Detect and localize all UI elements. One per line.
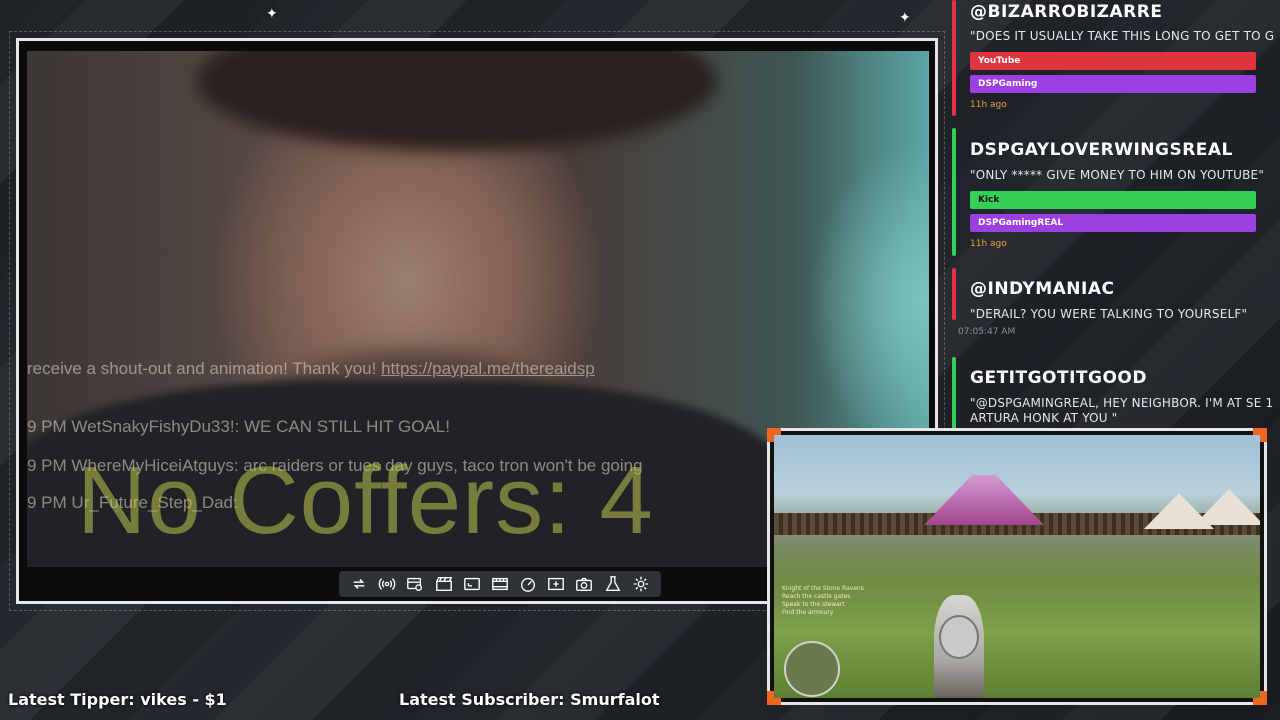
tent [924,475,1044,525]
camera-icon[interactable] [573,573,595,595]
overlay-line-1: receive a shout-out and animation! Thank… [27,359,595,379]
minimap [784,641,840,697]
chat-text: "DERAIL? YOU WERE TALKING TO YOURSELF" [970,307,1248,321]
video-toolbar [339,571,661,597]
shield [939,615,979,659]
chat-text-continued: ARTURA HONK AT YOU " [970,411,1118,425]
message-age: 11h ago [970,239,1007,249]
overlay-time: 9 PM [27,493,67,512]
crop-icon[interactable] [461,573,483,595]
chat-text: "@DSPGAMINGREAL, HEY NEIGHBOR. I'M AT SE… [970,396,1274,410]
chat-panel: @BIZARROBIZARRE "DOES IT USUALLY TAKE TH… [946,0,1280,428]
overlay-time: 9 PM [27,456,67,475]
chat-username: GETITGOTITGOOD [970,368,1147,388]
message-timestamp: 07:05:47 AM [958,327,1016,337]
gear-icon[interactable] [630,573,652,595]
repeat-icon[interactable] [348,573,370,595]
quest-line: Reach the castle gates [782,593,851,600]
webcam-hair [197,51,717,151]
platform-badge: Kick [970,191,1256,209]
channel-badge: DSPGamingREAL [970,214,1256,232]
overlay-line-2: 9 PM WetSnakyFishyDu33!: WE CAN STILL HI… [27,417,450,437]
quest-line: Find the armoury [782,609,834,616]
overlay-line-1-text: receive a shout-out and animation! Thank… [27,359,377,378]
platform-badge: YouTube [970,52,1256,70]
broadcast-icon[interactable] [376,573,398,595]
chat-message: @BIZARROBIZARRE "DOES IT USUALLY TAKE TH… [952,0,1275,116]
coffers-counter: No Coffers: 4 [77,447,654,554]
chat-accent-bar [952,268,956,320]
tent [1194,489,1260,525]
chat-text: "ONLY ***** GIVE MONEY TO HIM ON YOUTUBE… [970,168,1265,182]
speedometer-icon[interactable] [517,573,539,595]
chat-text: "DOES IT USUALLY TAKE THIS LONG TO GET T… [970,29,1275,43]
add-scene-icon[interactable] [545,573,567,595]
chat-message: DSPGAYLOVERWINGSREAL "ONLY ***** GIVE MO… [952,128,1272,256]
chat-accent-bar [952,128,956,256]
clapper-icon[interactable] [433,573,455,595]
quest-line: Speak to the stewart [782,601,845,608]
chat-username: @BIZARROBIZARRE [970,2,1163,22]
flask-icon[interactable] [602,573,624,595]
latest-tipper: Latest Tipper: vikes - $1 [8,690,227,709]
latest-subscriber: Latest Subscriber: Smurfalot [399,690,660,709]
overlay-time: 9 PM [27,417,67,436]
channel-badge: DSPGaming [970,75,1256,93]
quest-line: Knight of the Stone Ravens [782,585,864,592]
quest-tracker: Knight of the Stone Ravens Reach the cas… [782,585,864,617]
sparkle-icon: ✦ [899,9,911,25]
chat-message: GETITGOTITGOOD "@DSPGAMINGREAL, HEY NEIG… [952,357,1274,428]
overlay-message: WetSnakyFishyDu33!: WE CAN STILL HIT GOA… [71,417,450,436]
chat-accent-bar [952,0,956,116]
overlay-paypal-link: https://paypal.me/thereaidsp [381,359,595,378]
chat-accent-bar [952,357,956,428]
chat-username: DSPGAYLOVERWINGSREAL [970,140,1233,160]
film-icon[interactable] [489,573,511,595]
chat-message: @INDYMANIAC "DERAIL? YOU WERE TALKING TO… [952,268,1272,340]
game-capture: Knight of the Stone Ravens Reach the cas… [767,428,1267,705]
chat-username: @INDYMANIAC [970,279,1115,299]
game-view: Knight of the Stone Ravens Reach the cas… [774,435,1260,698]
sparkle-icon: ✦ [266,5,278,21]
preview-icon[interactable] [404,573,426,595]
message-age: 11h ago [970,100,1007,110]
